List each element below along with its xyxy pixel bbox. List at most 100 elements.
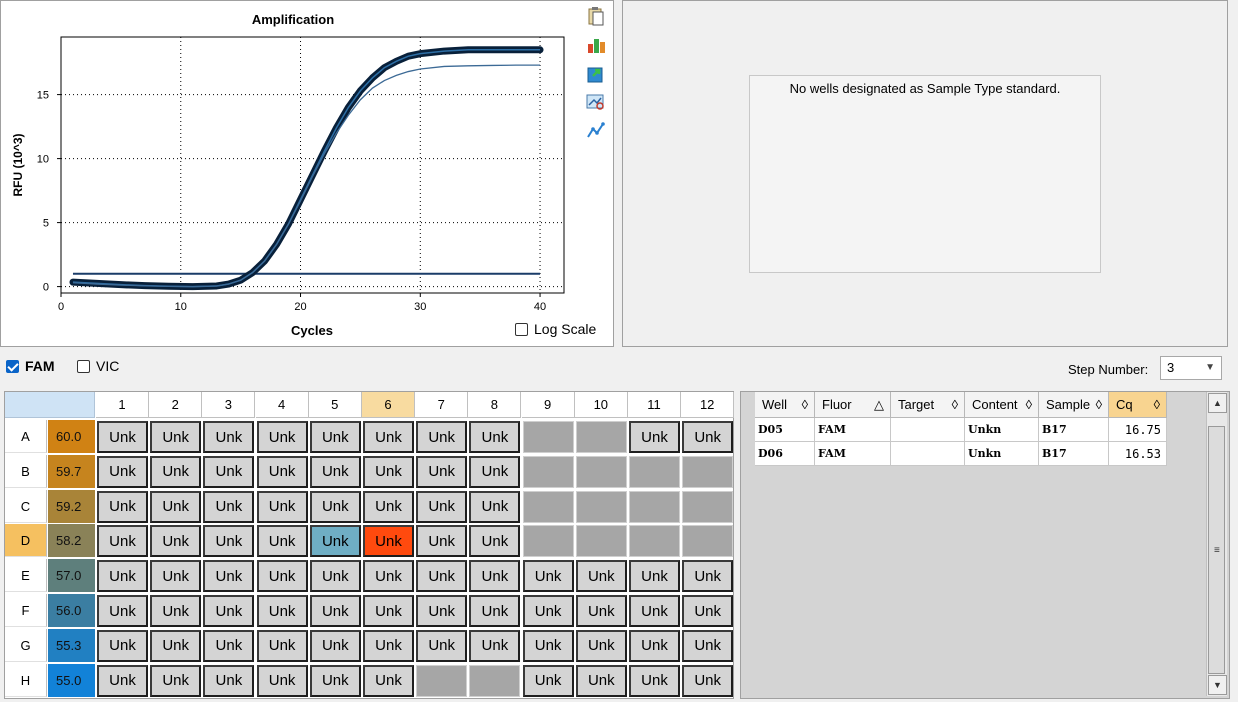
well-h5[interactable]: Unk xyxy=(309,664,361,697)
well-g1[interactable]: Unk xyxy=(97,629,148,662)
well-d9[interactable] xyxy=(522,525,574,558)
well-h9[interactable]: Unk xyxy=(522,664,574,697)
vic-checkbox[interactable] xyxy=(77,359,90,373)
well-f6[interactable]: Unk xyxy=(363,595,414,627)
well-d12[interactable] xyxy=(682,525,734,558)
table-row[interactable]: D06 FAM Unkn B17 16.53 xyxy=(755,442,1167,466)
well-a1[interactable]: Unk xyxy=(97,421,148,453)
well-f4[interactable]: Unk xyxy=(256,595,308,627)
zoom-chart-icon[interactable] xyxy=(585,91,607,113)
well-g9[interactable]: Unk xyxy=(522,629,574,662)
sort-icon[interactable]: ◊ xyxy=(952,397,958,412)
well-g8[interactable]: Unk xyxy=(469,629,521,662)
well-c3[interactable]: Unk xyxy=(203,490,255,523)
column-header-content[interactable]: Content ◊ xyxy=(965,392,1039,418)
well-e8[interactable]: Unk xyxy=(469,560,521,593)
well-e7[interactable]: Unk xyxy=(416,560,468,593)
well-a5[interactable]: Unk xyxy=(309,421,361,453)
well-b4[interactable]: Unk xyxy=(256,455,308,488)
well-e12[interactable]: Unk xyxy=(682,560,734,593)
sort-icon[interactable]: ◊ xyxy=(1026,397,1032,412)
well-h11[interactable]: Unk xyxy=(629,664,680,697)
well-c9[interactable] xyxy=(522,490,574,523)
well-h3[interactable]: Unk xyxy=(203,664,255,697)
well-a4[interactable]: Unk xyxy=(256,421,308,453)
well-e2[interactable]: Unk xyxy=(150,560,202,593)
well-d2[interactable]: Unk xyxy=(150,525,202,558)
log-scale-checkbox[interactable] xyxy=(515,322,528,336)
row-header-g[interactable]: G xyxy=(5,628,47,662)
well-b12[interactable] xyxy=(682,455,734,488)
well-g7[interactable]: Unk xyxy=(416,629,468,662)
vertical-scrollbar[interactable]: ▲ ≡ ▼ xyxy=(1206,392,1227,696)
well-c1[interactable]: Unk xyxy=(97,490,148,523)
column-header-3[interactable]: 3 xyxy=(202,392,256,418)
well-d3[interactable]: Unk xyxy=(203,525,255,558)
scroll-up-icon[interactable]: ▲ xyxy=(1208,393,1227,413)
column-header-6[interactable]: 6 xyxy=(362,392,415,418)
well-d10[interactable] xyxy=(575,525,627,558)
well-f11[interactable]: Unk xyxy=(629,595,680,627)
well-e9[interactable]: Unk xyxy=(522,560,574,593)
copy-to-clipboard-icon[interactable] xyxy=(585,6,607,28)
column-header-cq[interactable]: Cq ◊ xyxy=(1109,392,1167,418)
column-header-well[interactable]: Well ◊ xyxy=(755,392,815,418)
well-f8[interactable]: Unk xyxy=(469,595,521,627)
well-c7[interactable]: Unk xyxy=(416,490,468,523)
well-b3[interactable]: Unk xyxy=(203,455,255,488)
scrollbar-thumb[interactable]: ≡ xyxy=(1208,426,1225,674)
well-a2[interactable]: Unk xyxy=(150,421,202,453)
column-header-7[interactable]: 7 xyxy=(415,392,469,418)
well-b11[interactable] xyxy=(629,455,680,488)
well-a11[interactable]: Unk xyxy=(629,421,680,453)
step-number-select[interactable]: 3 ▼ xyxy=(1160,356,1222,380)
well-c11[interactable] xyxy=(629,490,680,523)
column-header-1[interactable]: 1 xyxy=(96,392,149,418)
well-b8[interactable]: Unk xyxy=(469,455,521,488)
well-h6[interactable]: Unk xyxy=(363,664,414,697)
well-g11[interactable]: Unk xyxy=(629,629,680,662)
well-c12[interactable] xyxy=(682,490,734,523)
well-c4[interactable]: Unk xyxy=(256,490,308,523)
log-scale-toggle[interactable]: Log Scale xyxy=(515,321,596,337)
row-header-h[interactable]: H xyxy=(5,663,47,697)
well-c10[interactable] xyxy=(575,490,627,523)
sort-icon[interactable]: ◊ xyxy=(1096,397,1102,412)
well-a8[interactable]: Unk xyxy=(469,421,521,453)
well-a9[interactable] xyxy=(522,421,574,453)
sort-icon[interactable]: △ xyxy=(874,397,884,413)
well-f9[interactable]: Unk xyxy=(522,595,574,627)
row-header-c[interactable]: C xyxy=(5,489,47,523)
well-a7[interactable]: Unk xyxy=(416,421,468,453)
well-e5[interactable]: Unk xyxy=(309,560,361,593)
well-c5[interactable]: Unk xyxy=(309,490,361,523)
well-b1[interactable]: Unk xyxy=(97,455,148,488)
scroll-down-icon[interactable]: ▼ xyxy=(1208,675,1227,695)
well-d1[interactable]: Unk xyxy=(97,525,148,558)
well-d4[interactable]: Unk xyxy=(256,525,308,558)
well-c2[interactable]: Unk xyxy=(150,490,202,523)
column-header-fluor[interactable]: Fluor △ xyxy=(815,392,891,418)
row-header-b[interactable]: B xyxy=(5,454,47,488)
well-g12[interactable]: Unk xyxy=(682,629,734,662)
well-b5[interactable]: Unk xyxy=(309,455,361,488)
column-header-2[interactable]: 2 xyxy=(149,392,203,418)
column-header-target[interactable]: Target ◊ xyxy=(891,392,965,418)
well-f2[interactable]: Unk xyxy=(150,595,202,627)
well-b9[interactable] xyxy=(522,455,574,488)
well-d7[interactable]: Unk xyxy=(416,525,468,558)
well-e10[interactable]: Unk xyxy=(575,560,627,593)
well-h12[interactable]: Unk xyxy=(682,664,734,697)
well-h8[interactable] xyxy=(469,664,521,697)
sort-icon[interactable]: ◊ xyxy=(1154,397,1160,412)
row-header-d[interactable]: D xyxy=(5,524,47,558)
well-b10[interactable] xyxy=(575,455,627,488)
column-header-9[interactable]: 9 xyxy=(521,392,575,418)
well-g4[interactable]: Unk xyxy=(256,629,308,662)
chart-options-icon[interactable] xyxy=(585,34,607,56)
well-g6[interactable]: Unk xyxy=(363,629,414,662)
well-e4[interactable]: Unk xyxy=(256,560,308,593)
well-g2[interactable]: Unk xyxy=(150,629,202,662)
well-c6[interactable]: Unk xyxy=(363,490,414,523)
well-e1[interactable]: Unk xyxy=(97,560,148,593)
